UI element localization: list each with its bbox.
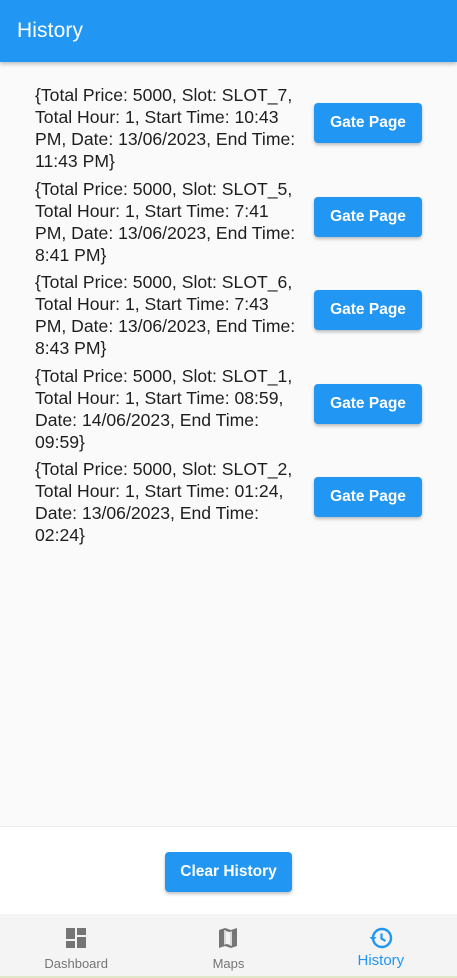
history-entry-text: {Total Price: 5000, Slot: SLOT_6, Total … [35,272,296,358]
history-entry-text: {Total Price: 5000, Slot: SLOT_7, Total … [35,85,296,171]
history-item: {Total Price: 5000, Slot: SLOT_6, Total … [0,267,457,361]
history-entry-text: {Total Price: 5000, Slot: SLOT_1, Total … [35,365,293,452]
history-item: {Total Price: 5000, Slot: SLOT_2, Total … [0,454,457,548]
gate-page-button[interactable]: Gate Page [314,196,422,237]
gate-page-button[interactable]: Gate Page [314,290,422,330]
gate-page-button[interactable]: Gate Page [314,103,422,143]
history-entry-text: {Total Price: 5000, Slot: SLOT_5, Total … [35,178,296,265]
gate-page-button[interactable]: Gate Page [314,383,422,424]
app-bar: History [0,0,457,62]
nav-label-dashboard: Dashboard [44,956,108,971]
dashboard-icon [66,928,87,948]
nav-label-history: History [357,952,405,969]
page-title: History [17,19,84,42]
clear-history-button[interactable]: Clear History [165,852,292,892]
history-item: {Total Price: 5000, Slot: SLOT_5, Total … [0,174,457,268]
clear-history-area: Clear History [0,826,457,914]
history-icon [369,927,392,949]
nav-item-history[interactable]: History [305,914,457,978]
nav-item-maps[interactable]: Maps [152,914,304,978]
bottom-navigation: Dashboard Maps History [0,914,457,978]
history-item: {Total Price: 5000, Slot: SLOT_1, Total … [0,361,457,455]
map-icon [219,928,238,948]
nav-label-maps: Maps [212,956,245,971]
history-item: {Total Price: 5000, Slot: SLOT_7, Total … [0,80,457,174]
history-list: {Total Price: 5000, Slot: SLOT_7, Total … [0,80,457,548]
nav-item-dashboard[interactable]: Dashboard [0,914,152,978]
history-entry-text: {Total Price: 5000, Slot: SLOT_2, Total … [35,459,293,545]
gate-page-button[interactable]: Gate Page [314,477,422,517]
